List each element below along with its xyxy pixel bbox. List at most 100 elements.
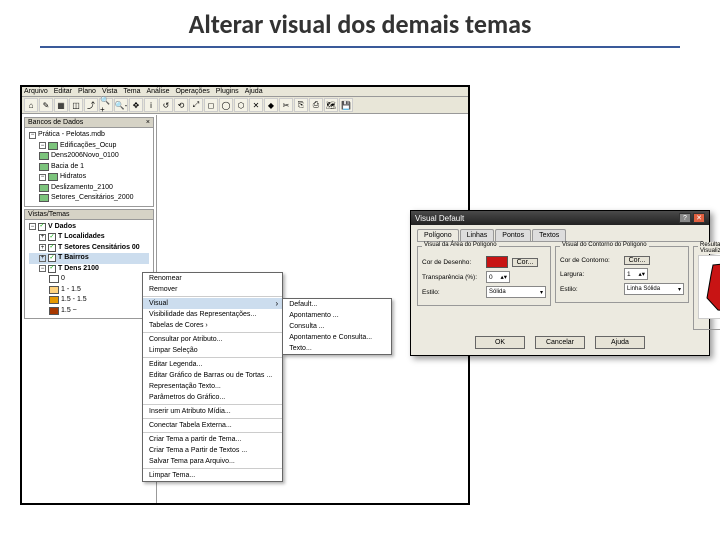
fill-color-button[interactable]: Cor...: [512, 258, 538, 267]
tab-textos[interactable]: Textos: [532, 229, 566, 241]
tool-window-icon[interactable]: ◫: [69, 98, 83, 112]
tool-export-icon[interactable]: ⤴: [84, 98, 98, 112]
checkbox-icon[interactable]: ✓: [48, 233, 56, 241]
theme-item[interactable]: +✓T Setores Censitários 00: [29, 243, 149, 254]
checkbox-icon[interactable]: ✓: [48, 265, 56, 273]
minus-icon[interactable]: −: [29, 223, 36, 230]
tool-copy-icon[interactable]: ⎘: [294, 98, 308, 112]
plus-icon[interactable]: +: [39, 234, 46, 241]
tool-print-icon[interactable]: ⎙: [309, 98, 323, 112]
tool-undo-icon[interactable]: ↺: [159, 98, 173, 112]
ctx-conectar-tabela[interactable]: Conectar Tabela Externa...: [143, 420, 282, 431]
tool-circle-icon[interactable]: ◯: [219, 98, 233, 112]
swatch-icon: [49, 286, 59, 294]
spinner-icon[interactable]: ▴▾: [638, 270, 645, 278]
menu-plugins[interactable]: Plugins: [216, 88, 239, 95]
menu-plano[interactable]: Plano: [78, 88, 96, 95]
ctx-tabelas-cores[interactable]: Tabelas de Cores ›: [143, 320, 282, 331]
menu-vista[interactable]: Vista: [102, 88, 117, 95]
ctx-editar-legenda[interactable]: Editar Legenda...: [143, 359, 282, 370]
tab-linhas[interactable]: Linhas: [460, 229, 495, 241]
ctx-editar-grafico[interactable]: Editar Gráfico de Barras ou de Tortas ..…: [143, 370, 282, 381]
menu-tema[interactable]: Tema: [123, 88, 140, 95]
outline-color-button[interactable]: Cor...: [624, 256, 650, 265]
tool-redo-icon[interactable]: ⟲: [174, 98, 188, 112]
checkbox-icon[interactable]: ✓: [48, 244, 56, 252]
spinner-icon[interactable]: ▴▾: [500, 273, 507, 281]
theme-item[interactable]: −✓T Dens 2100: [29, 264, 149, 275]
tool-zoomin-icon[interactable]: 🔍+: [99, 98, 113, 112]
help-icon[interactable]: ?: [679, 213, 691, 223]
menu-analise[interactable]: Análise: [147, 88, 170, 95]
ctx-visibilidade[interactable]: Visibilidade das Representações...: [143, 309, 282, 320]
tab-pontos[interactable]: Pontos: [495, 229, 531, 241]
tool-extent-icon[interactable]: ⤢: [189, 98, 203, 112]
db-item[interactable]: −Edificações_Ocup: [29, 141, 149, 152]
minus-icon[interactable]: −: [39, 142, 46, 149]
width-input[interactable]: 1▴▾: [624, 268, 648, 280]
dialog-titlebar[interactable]: Visual Default ? ✕: [411, 211, 709, 225]
minus-icon[interactable]: −: [39, 265, 46, 272]
help-button[interactable]: Ajuda: [595, 336, 645, 349]
sub-consulta[interactable]: Consulta ...: [283, 321, 391, 332]
tool-info-icon[interactable]: i: [144, 98, 158, 112]
tool-home-icon[interactable]: ⌂: [24, 98, 38, 112]
db-item[interactable]: Bacia de 1: [29, 162, 149, 173]
plus-icon[interactable]: +: [39, 244, 46, 251]
ctx-renomear[interactable]: Renomear: [143, 273, 282, 284]
tool-rect-icon[interactable]: ◻: [204, 98, 218, 112]
ctx-criar-tema-textos[interactable]: Criar Tema a Partir de Textos ...: [143, 445, 282, 456]
menu-arquivo[interactable]: Arquivo: [24, 88, 48, 95]
checkbox-icon[interactable]: ✓: [38, 223, 46, 231]
fill-style-combo[interactable]: Sólida▾: [486, 286, 546, 298]
sub-apont-consulta[interactable]: Apontamento e Consulta...: [283, 332, 391, 343]
tool-edit-icon[interactable]: ✎: [39, 98, 53, 112]
db-item[interactable]: −Hidratos: [29, 172, 149, 183]
tool-cut-icon[interactable]: ✂: [279, 98, 293, 112]
transparency-input[interactable]: 0▴▾: [486, 271, 510, 283]
db-item[interactable]: Dens2006Novo_0100: [29, 151, 149, 162]
tool-poly-icon[interactable]: ⬡: [234, 98, 248, 112]
menu-ajuda[interactable]: Ajuda: [245, 88, 263, 95]
sub-default[interactable]: Default...: [283, 299, 391, 310]
tool-grid-icon[interactable]: ▦: [54, 98, 68, 112]
minus-icon[interactable]: −: [39, 174, 46, 181]
tool-map-icon[interactable]: 🗺: [324, 98, 338, 112]
db-item[interactable]: Setores_Censitários_2000: [29, 193, 149, 204]
sub-apontamento[interactable]: Apontamento ...: [283, 310, 391, 321]
plus-icon[interactable]: +: [39, 255, 46, 262]
ctx-limpar-selecao[interactable]: Limpar Seleção: [143, 345, 282, 356]
tool-point-icon[interactable]: ◆: [264, 98, 278, 112]
tool-zoomout-icon[interactable]: 🔍-: [114, 98, 128, 112]
close-icon[interactable]: ×: [146, 119, 150, 126]
tool-pan-icon[interactable]: ✥: [129, 98, 143, 112]
db-root[interactable]: −Prática - Pelotas.mdb: [29, 130, 149, 141]
ctx-limpar-tema[interactable]: Limpar Tema...: [143, 470, 282, 481]
ctx-salvar-tema[interactable]: Salvar Tema para Arquivo...: [143, 456, 282, 467]
outline-style-combo[interactable]: Linha Sólida▾: [624, 283, 684, 295]
layer-icon: [48, 142, 58, 150]
cancel-button[interactable]: Cancelar: [535, 336, 585, 349]
tool-save-icon[interactable]: 💾: [339, 98, 353, 112]
db-item[interactable]: Deslizamento_2100: [29, 183, 149, 194]
ctx-inserir-midia[interactable]: Inserir um Atributo Mídia...: [143, 406, 282, 417]
swatch-icon: [49, 275, 59, 283]
tab-poligono[interactable]: Polígono: [417, 229, 459, 241]
ctx-repr-texto[interactable]: Representação Texto...: [143, 381, 282, 392]
menu-operacoes[interactable]: Operações: [175, 88, 209, 95]
tool-delete-icon[interactable]: ✕: [249, 98, 263, 112]
view-root[interactable]: −✓V Dados: [29, 222, 149, 233]
ctx-visual[interactable]: Visual Default... Apontamento ... Consul…: [143, 298, 282, 309]
menu-editar[interactable]: Editar: [54, 88, 72, 95]
checkbox-icon[interactable]: ✓: [48, 254, 56, 262]
ctx-consultar-atributo[interactable]: Consultar por Atributo...: [143, 334, 282, 345]
ctx-criar-tema-tema[interactable]: Criar Tema a partir de Tema...: [143, 434, 282, 445]
close-icon[interactable]: ✕: [693, 213, 705, 223]
sub-texto[interactable]: Texto...: [283, 343, 391, 354]
theme-item[interactable]: +✓T Bairros: [29, 253, 149, 264]
ok-button[interactable]: OK: [475, 336, 525, 349]
minus-icon[interactable]: −: [29, 132, 36, 139]
theme-item[interactable]: +✓T Localidades: [29, 232, 149, 243]
ctx-remover[interactable]: Remover: [143, 284, 282, 295]
ctx-param-grafico[interactable]: Parâmetros do Gráfico...: [143, 392, 282, 403]
